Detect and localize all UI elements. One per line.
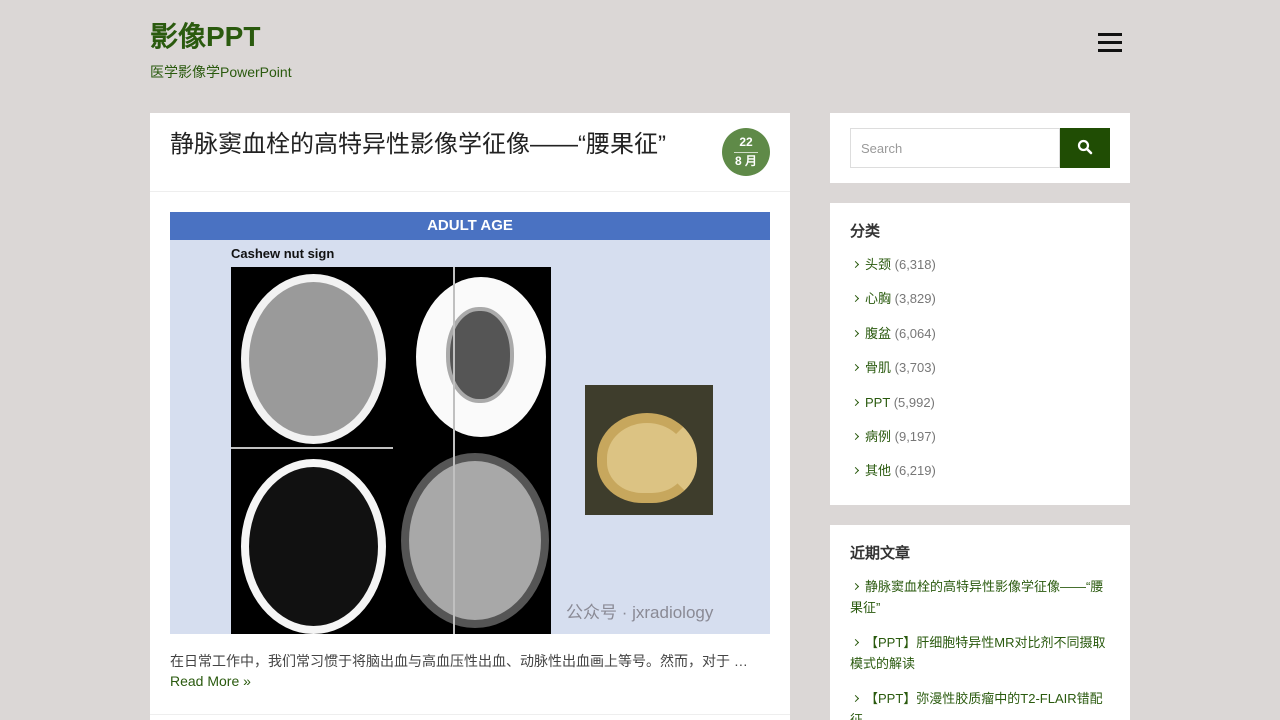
list-item: 头颈 (6,318) — [850, 255, 1110, 289]
recent-post-link[interactable]: 静脉窦血栓的高特异性影像学征像——“腰果征” — [850, 579, 1103, 615]
chevron-right-icon — [851, 694, 860, 703]
category-link[interactable]: 病例 — [865, 429, 891, 444]
chevron-right-icon — [851, 260, 860, 269]
list-item: 其他 (6,219) — [850, 461, 1110, 495]
chevron-right-icon — [851, 398, 860, 406]
search-widget — [830, 113, 1130, 183]
category-count: (9,197) — [894, 428, 936, 444]
ct-brain-image — [241, 274, 386, 444]
list-item: 【PPT】肝细胞特异性MR对比剂不同摄取模式的解读 — [850, 632, 1110, 674]
cashew-nut-photo — [585, 385, 713, 515]
date-month: 8 月 — [734, 154, 757, 168]
list-item: PPT (5,992) — [850, 393, 1110, 427]
ct-scan-panel — [231, 267, 551, 634]
category-link[interactable]: 骨肌 — [865, 360, 891, 375]
post-featured-image[interactable]: ADULT AGE Cashew nut sign 公众号 · jxradiol… — [170, 212, 770, 634]
category-count: (6,064) — [894, 325, 936, 341]
search-input[interactable] — [850, 128, 1060, 168]
category-count: (6,219) — [894, 463, 936, 479]
list-item: 病例 (9,197) — [850, 427, 1110, 461]
search-button[interactable] — [1060, 128, 1110, 168]
widget-title: 分类 — [850, 223, 881, 240]
category-link[interactable]: PPT — [865, 395, 890, 410]
list-item: 静脉窦血栓的高特异性影像学征像——“腰果征” — [850, 576, 1110, 618]
hamburger-menu-icon[interactable] — [1096, 30, 1124, 54]
recent-post-list: 静脉窦血栓的高特异性影像学征像——“腰果征” 【PPT】肝细胞特异性MR对比剂不… — [850, 576, 1110, 720]
chevron-right-icon — [851, 364, 860, 372]
image-caption: Cashew nut sign — [231, 246, 335, 261]
recent-post-link[interactable]: 【PPT】肝细胞特异性MR对比剂不同摄取模式的解读 — [850, 635, 1106, 671]
ct-brain-image — [416, 277, 546, 437]
site-title[interactable]: 影像PPT — [150, 20, 260, 54]
chevron-right-icon — [851, 467, 860, 475]
divider — [150, 191, 790, 192]
date-day: 22 — [739, 135, 753, 149]
image-watermark: 公众号 · jxradiology — [566, 603, 714, 622]
category-link[interactable]: 腹盆 — [865, 326, 891, 341]
widget-title: 近期文章 — [850, 545, 911, 562]
recent-post-link[interactable]: 【PPT】弥漫性胶质瘤中的T2-FLAIR错配征 — [850, 691, 1103, 720]
category-count: (6,318) — [894, 257, 936, 272]
list-item: 【PPT】弥漫性胶质瘤中的T2-FLAIR错配征 — [850, 688, 1110, 720]
date-badge: 22 8 月 — [722, 128, 770, 176]
read-more-link[interactable]: Read More » — [170, 673, 251, 689]
site-description: 医学影像学PowerPoint — [150, 64, 292, 80]
category-count: (3,703) — [894, 360, 936, 376]
category-count: (3,829) — [894, 291, 936, 307]
site-header: 影像PPT 医学影像学PowerPoint — [150, 20, 1130, 90]
category-link[interactable]: 心胸 — [865, 291, 891, 306]
divider — [150, 714, 790, 715]
recent-posts-widget: 近期文章 静脉窦血栓的高特异性影像学征像——“腰果征” 【PPT】肝细胞特异性M… — [830, 525, 1130, 720]
category-count: (5,992) — [893, 394, 935, 410]
list-item: 腹盆 (6,064) — [850, 324, 1110, 358]
chevron-right-icon — [851, 638, 860, 647]
post-card: 静脉窦血栓的高特异性影像学征像——“腰果征” 22 8 月 ADULT AGE … — [150, 113, 790, 720]
category-link[interactable]: 其他 — [865, 463, 891, 478]
list-item: 骨肌 (3,703) — [850, 358, 1110, 392]
ct-brain-image — [241, 459, 386, 634]
ct-brain-image — [401, 453, 549, 628]
chevron-right-icon — [851, 432, 860, 440]
image-banner: ADULT AGE — [170, 212, 770, 240]
category-link[interactable]: 头颈 — [865, 257, 891, 272]
list-item: 心胸 (3,829) — [850, 289, 1110, 323]
chevron-right-icon — [851, 329, 860, 337]
category-list: 头颈 (6,318) 心胸 (3,829) 腹盆 (6,064) 骨肌 (3,7… — [850, 255, 1110, 496]
chevron-right-icon — [851, 295, 860, 303]
search-icon — [1077, 139, 1093, 154]
categories-widget: 分类 头颈 (6,318) 心胸 (3,829) 腹盆 (6,064) 骨肌 (… — [830, 203, 1130, 505]
chevron-right-icon — [851, 582, 860, 591]
post-title[interactable]: 静脉窦血栓的高特异性影像学征像——“腰果征” — [170, 129, 710, 161]
post-excerpt: 在日常工作中，我们常习惯于将脑出血与高血压性出血、动脉性出血画上等号。然而，对于… — [170, 653, 748, 669]
